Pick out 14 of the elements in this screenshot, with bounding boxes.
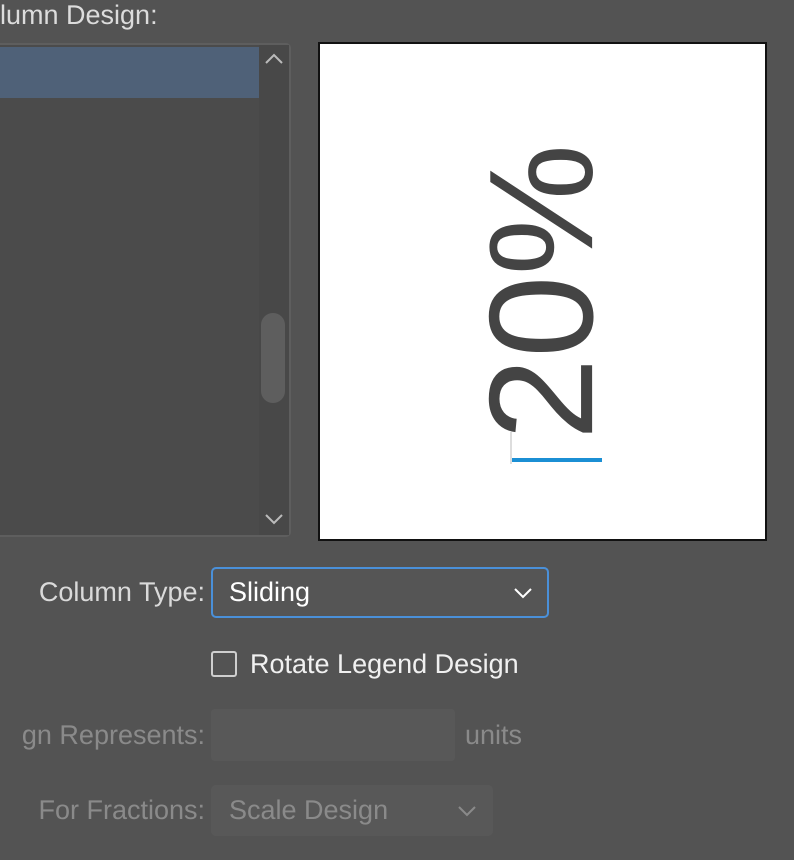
preview-text: 20% [468, 143, 616, 440]
checkbox-label: Rotate Legend Design [250, 648, 519, 680]
column-type-dropdown[interactable]: Sliding [211, 567, 549, 618]
chevron-down-icon [264, 513, 284, 525]
checkbox[interactable] [211, 651, 237, 677]
list-row[interactable] [0, 47, 259, 98]
section-label: lumn Design: [0, 0, 159, 30]
chevron-down-icon [457, 804, 477, 816]
chevron-down-icon [513, 586, 533, 598]
scrollbar[interactable] [259, 45, 289, 535]
field-label: Column Type: [38, 577, 205, 608]
chevron-up-icon [264, 53, 284, 65]
tick-mark [510, 432, 512, 464]
design-list[interactable] [0, 43, 291, 537]
